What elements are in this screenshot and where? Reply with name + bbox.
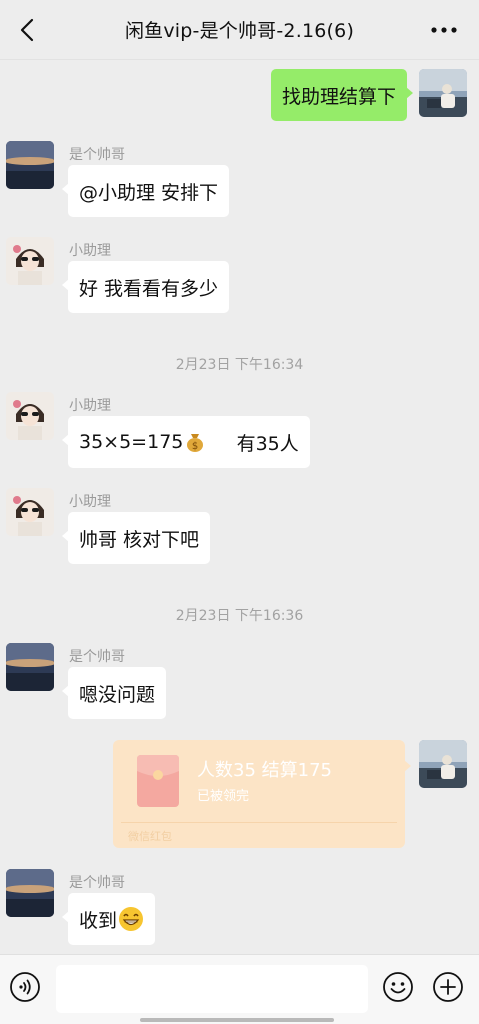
money-bag-icon: $ xyxy=(187,434,204,452)
message-text: 35×5=175 xyxy=(79,431,184,453)
timestamp: 2月23日 下午16:36 xyxy=(175,608,304,624)
voice-icon xyxy=(10,972,40,1002)
more-functions-button[interactable] xyxy=(432,971,464,1003)
sender-name: 是个帅哥 xyxy=(69,649,125,665)
message-bubble[interactable]: 收到 xyxy=(61,893,156,945)
chat-title: 闲鱼vip-是个帅哥-2.16(6) xyxy=(124,20,355,42)
message-text: 帅哥 核对下吧 xyxy=(79,528,200,551)
more-button[interactable] xyxy=(429,18,459,42)
voice-button[interactable] xyxy=(9,971,41,1003)
message-input[interactable] xyxy=(56,965,368,1013)
sender-name: 小助理 xyxy=(69,494,111,510)
avatar-self[interactable] xyxy=(419,69,467,117)
chevron-left-icon xyxy=(20,18,34,42)
home-indicator[interactable] xyxy=(140,1018,334,1022)
svg-text:$: $ xyxy=(192,441,198,452)
red-packet-message[interactable]: 人数35 结算175 已被领完 微信红包 xyxy=(113,740,411,848)
red-packet-title: 人数35 结算175 xyxy=(197,760,332,781)
message-bubble[interactable]: @小助理 安排下 xyxy=(61,165,230,217)
avatar-shigeshuaige[interactable] xyxy=(6,869,54,917)
sender-name: 是个帅哥 xyxy=(69,875,125,891)
message-bubble[interactable]: 找助理结算下 xyxy=(270,69,414,121)
avatar-shigeshuaige[interactable] xyxy=(6,141,54,189)
message-text: 好 我看看有多少 xyxy=(79,277,219,300)
red-packet-footer: 微信红包 xyxy=(128,830,172,843)
emoji-button[interactable] xyxy=(382,971,414,1003)
emoji-icon xyxy=(383,972,413,1002)
ellipsis-icon xyxy=(431,27,457,33)
message-bubble[interactable]: 好 我看看有多少 xyxy=(61,261,230,313)
grinning-face-icon xyxy=(119,907,144,931)
message-text-suffix: 有35人 xyxy=(206,432,299,455)
message-bubble[interactable]: 帅哥 核对下吧 xyxy=(61,512,211,564)
avatar-xiaozhuli[interactable] xyxy=(6,237,54,285)
red-packet-status: 已被领完 xyxy=(197,789,250,804)
plus-icon xyxy=(433,972,463,1002)
sender-name: 是个帅哥 xyxy=(69,147,125,163)
input-bar xyxy=(0,954,479,1024)
sender-name: 小助理 xyxy=(69,243,111,259)
message-bubble[interactable]: 嗯没问题 xyxy=(61,667,167,719)
sender-name: 小助理 xyxy=(69,398,111,414)
back-button[interactable] xyxy=(14,16,40,44)
message-text: 收到 xyxy=(79,909,118,932)
timestamp: 2月23日 下午16:34 xyxy=(175,357,304,373)
message-text: @小助理 安排下 xyxy=(79,181,219,204)
avatar-self[interactable] xyxy=(419,740,467,788)
chat-header: 闲鱼vip-是个帅哥-2.16(6) xyxy=(0,0,479,60)
red-packet-divider xyxy=(121,822,397,823)
message-bubble[interactable]: 35×5=175 $ 有35人 xyxy=(62,416,310,468)
red-envelope-icon xyxy=(137,755,179,807)
avatar-xiaozhuli[interactable] xyxy=(6,488,54,536)
avatar-shigeshuaige[interactable] xyxy=(6,643,54,691)
message-text: 找助理结算下 xyxy=(281,85,396,108)
avatar-xiaozhuli[interactable] xyxy=(6,392,54,440)
message-text: 嗯没问题 xyxy=(79,683,156,706)
